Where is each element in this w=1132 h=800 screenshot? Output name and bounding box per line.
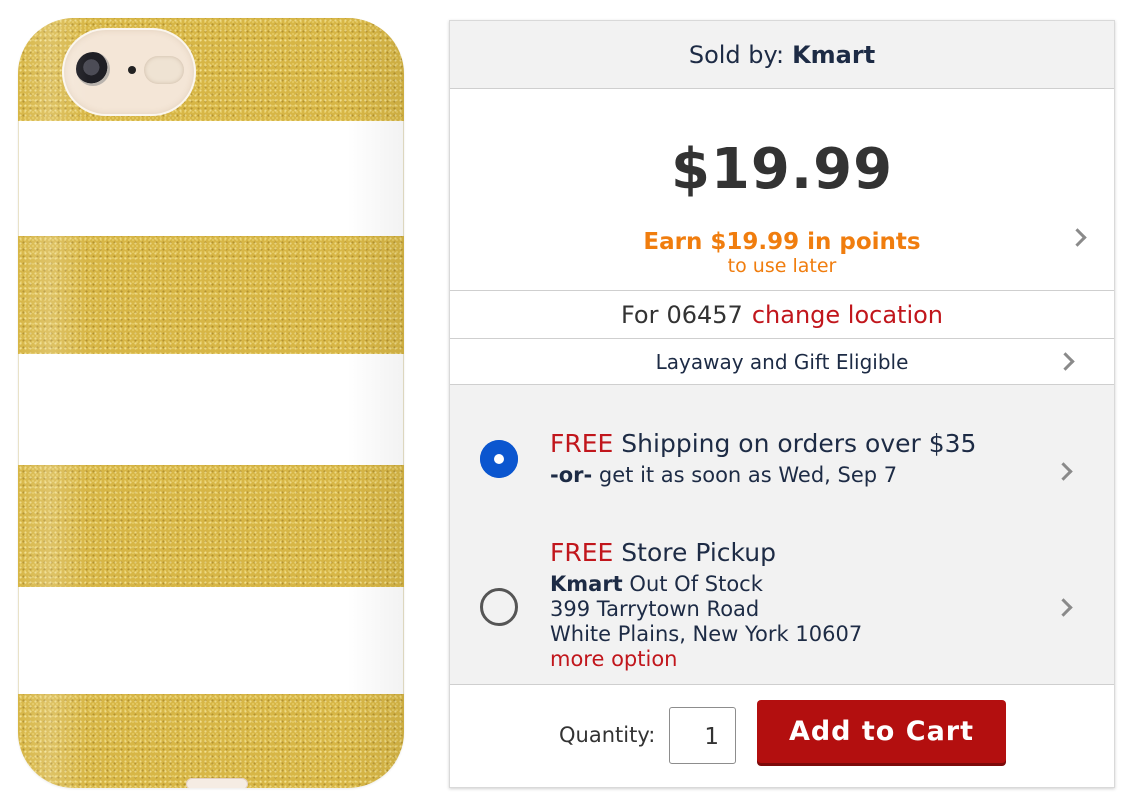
points-offer-title: Earn $19.99 in points (643, 229, 921, 255)
camera-cutout (62, 28, 196, 116)
seller-name[interactable]: Kmart (792, 41, 875, 69)
layaway-row[interactable]: Layaway and Gift Eligible (450, 339, 1114, 385)
pickup-stock-status: Kmart Out Of Stock (550, 572, 763, 596)
pickup-store-name: Kmart (550, 572, 623, 596)
layaway-label: Layaway and Gift Eligible (655, 349, 909, 374)
pickup-title-text: Store Pickup (621, 538, 776, 567)
add-to-cart-row: Quantity: 1 Add to Cart (450, 685, 1114, 787)
location-zip: 06457 (666, 300, 743, 329)
shipping-title-text: Shipping on orders over $35 (621, 429, 977, 458)
location-prefix: For (620, 300, 659, 329)
sold-by-label: Sold by: (688, 40, 785, 69)
points-offer-subtitle: to use later (727, 255, 837, 277)
change-location-link[interactable]: change location (752, 301, 943, 329)
shipping-or: -or- (550, 463, 593, 487)
gold-glitter-stripe (18, 236, 404, 354)
shipping-eta: -or- get it as soon as Wed, Sep 7 (550, 463, 897, 487)
radio-selected-icon[interactable] (480, 440, 518, 478)
shipping-free-badge: FREE (550, 429, 614, 458)
product-price: $19.99 (670, 137, 894, 202)
gold-glitter-stripe (18, 465, 404, 587)
fulfillment-options: FREE Shipping on orders over $35 -or- ge… (450, 385, 1114, 685)
product-image[interactable] (14, 10, 406, 790)
shipping-eta-text: get it as soon as Wed, Sep 7 (598, 463, 898, 487)
points-offer[interactable]: Earn $19.99 in points to use later (450, 229, 1114, 277)
camera-lens-icon (76, 52, 110, 86)
delivery-location: For 06457 change location (450, 291, 1114, 339)
radio-unselected-icon[interactable] (480, 588, 518, 626)
phone-case-image (18, 18, 404, 788)
price-section: $19.99 Earn $19.99 in points to use late… (450, 89, 1114, 291)
quantity-label: Quantity: (559, 723, 656, 747)
quantity-input[interactable]: 1 (669, 707, 736, 764)
chevron-right-icon[interactable] (1054, 462, 1073, 481)
pickup-free-badge: FREE (550, 538, 614, 567)
more-option-link[interactable]: more option (550, 647, 677, 671)
shipping-option-title: FREE Shipping on orders over $35 (550, 429, 976, 458)
pickup-option-title: FREE Store Pickup (550, 538, 776, 567)
purchase-panel: Sold by: Kmart $19.99 Earn $19.99 in poi… (449, 20, 1115, 788)
add-to-cart-button[interactable]: Add to Cart (757, 700, 1006, 763)
chevron-right-icon[interactable] (1056, 352, 1075, 371)
chevron-right-icon[interactable] (1054, 598, 1073, 617)
flash-cutout (144, 56, 184, 84)
gloss-overlay (18, 18, 404, 788)
sold-by-header: Sold by: Kmart (450, 21, 1114, 89)
pickup-address-line2: White Plains, New York 10607 (550, 622, 863, 646)
pickup-stock-text: Out Of Stock (629, 572, 763, 596)
pickup-address-line1: 399 Tarrytown Road (550, 597, 760, 621)
microphone-dot (128, 66, 136, 74)
gold-glitter-stripe (18, 694, 404, 788)
charging-port-cutout (186, 778, 248, 788)
